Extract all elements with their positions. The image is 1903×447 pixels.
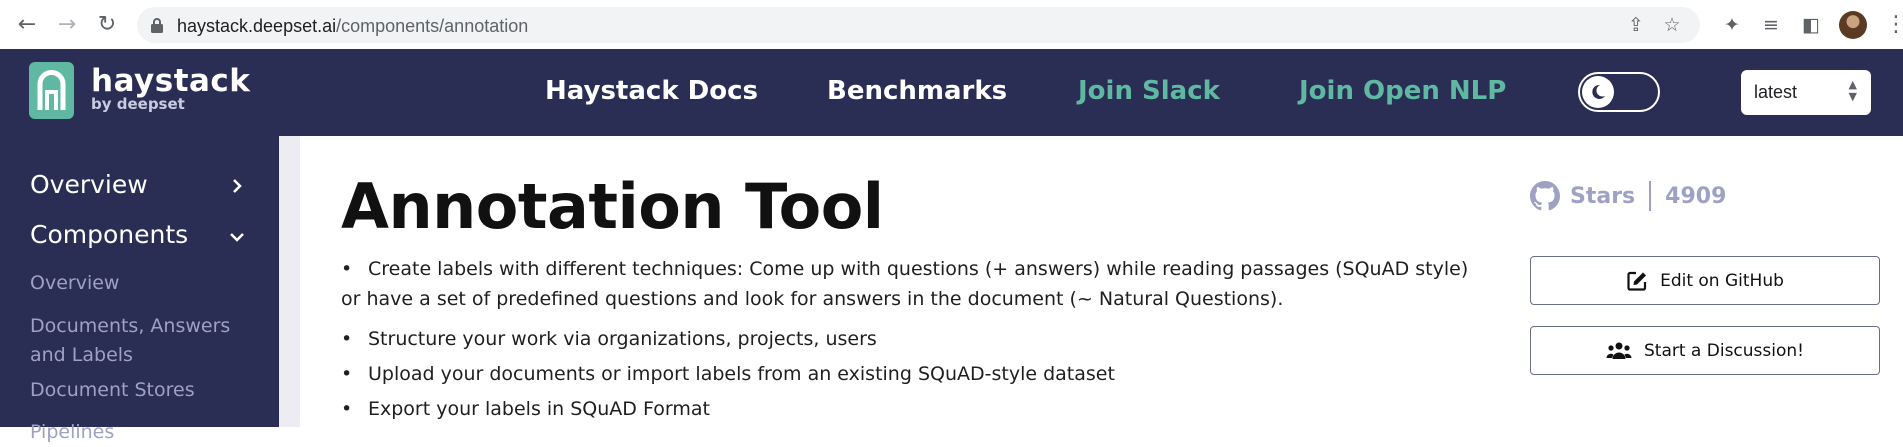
chevron-right-icon[interactable] [228, 177, 246, 195]
users-icon [1606, 342, 1632, 359]
sidebar-subitem-documents-answers-labels[interactable]: Documents, Answers and Labels [30, 312, 260, 370]
stars-separator [1649, 181, 1652, 211]
url-host: haystack.deepset.ai [177, 16, 337, 36]
profile-avatar[interactable] [1839, 11, 1867, 39]
start-discussion-button[interactable]: Start a Discussion! [1530, 326, 1880, 375]
list-item-text: Export your labels in SQuAD Format [368, 398, 710, 420]
sidebar-item-overview[interactable]: Overview [30, 170, 148, 199]
haystack-logo-icon[interactable] [29, 62, 74, 119]
browser-toolbar: ← → ↻ haystack.deepset.ai/components/ann… [0, 0, 1903, 49]
sidebar: Overview Components Overview Documents, … [0, 136, 279, 443]
start-discussion-label: Start a Discussion! [1644, 340, 1804, 361]
list-item-text: Upload your documents or import labels f… [368, 363, 1115, 385]
forward-arrow-icon[interactable]: → [53, 10, 81, 38]
list-item: • Export your labels in SQuAD Format [341, 394, 1476, 424]
sidebar-subitem-overview[interactable]: Overview [30, 269, 260, 298]
media-queue-icon[interactable]: ≡ [1758, 12, 1784, 38]
edit-on-github-label: Edit on GitHub [1660, 270, 1784, 291]
back-arrow-icon[interactable]: ← [13, 10, 41, 38]
version-value: latest [1754, 82, 1798, 102]
side-panel-icon[interactable]: ◧ [1798, 12, 1824, 38]
bullet-dot: • [341, 398, 353, 420]
url-text[interactable]: haystack.deepset.ai/components/annotatio… [177, 16, 528, 37]
chevron-down-icon[interactable] [228, 228, 246, 246]
sidebar-subitem-document-stores[interactable]: Document Stores [30, 376, 260, 405]
stars-label: Stars [1570, 183, 1636, 209]
bullet-dot: • [341, 328, 353, 350]
page-title: Annotation Tool [341, 170, 884, 243]
select-arrows-icon: ▲ ▼ [1848, 78, 1857, 103]
stars-count: 4909 [1665, 183, 1727, 209]
site-header: haystack by deepset Haystack Docs Benchm… [0, 49, 1903, 136]
list-item: • Upload your documents or import labels… [341, 359, 1476, 389]
extensions-puzzle-icon[interactable]: ✦ [1719, 12, 1745, 38]
url-path: /components/annotation [336, 16, 529, 36]
github-icon [1530, 181, 1560, 211]
sidebar-divider [279, 136, 300, 427]
reload-icon[interactable]: ↻ [93, 10, 121, 38]
list-item: • Structure your work via organizations,… [341, 324, 1476, 354]
nav-haystack-docs[interactable]: Haystack Docs [545, 76, 758, 106]
bookmark-star-icon[interactable]: ☆ [1660, 13, 1684, 37]
nav-join-open-nlp[interactable]: Join Open NLP [1299, 76, 1506, 106]
dark-mode-toggle[interactable] [1578, 72, 1660, 112]
moon-icon [1582, 76, 1614, 108]
version-select[interactable]: latest ▲ ▼ [1741, 70, 1871, 115]
lock-icon[interactable] [150, 17, 164, 33]
sidebar-item-components[interactable]: Components [30, 220, 188, 249]
edit-icon [1627, 271, 1647, 291]
logo-wordmark[interactable]: haystack by deepset [91, 65, 250, 113]
address-bar[interactable]: haystack.deepset.ai/components/annotatio… [137, 7, 1700, 43]
share-icon[interactable]: ⇪ [1624, 13, 1648, 37]
bullet-dot: • [341, 258, 353, 280]
logo-title: haystack [91, 63, 251, 99]
list-item-text: Create labels with different techniques:… [341, 258, 1469, 310]
bullet-dot: • [341, 363, 353, 385]
edit-on-github-button[interactable]: Edit on GitHub [1530, 256, 1880, 305]
browser-menu-icon[interactable]: ⋮ [1885, 10, 1903, 40]
list-item-text: Structure your work via organizations, p… [368, 328, 877, 350]
sidebar-subitem-pipelines[interactable]: Pipelines [30, 418, 260, 447]
nav-benchmarks[interactable]: Benchmarks [827, 76, 1007, 106]
list-item: • Create labels with different technique… [341, 254, 1476, 314]
nav-join-slack[interactable]: Join Slack [1078, 76, 1220, 106]
github-stars[interactable]: Stars 4909 [1530, 180, 1726, 212]
